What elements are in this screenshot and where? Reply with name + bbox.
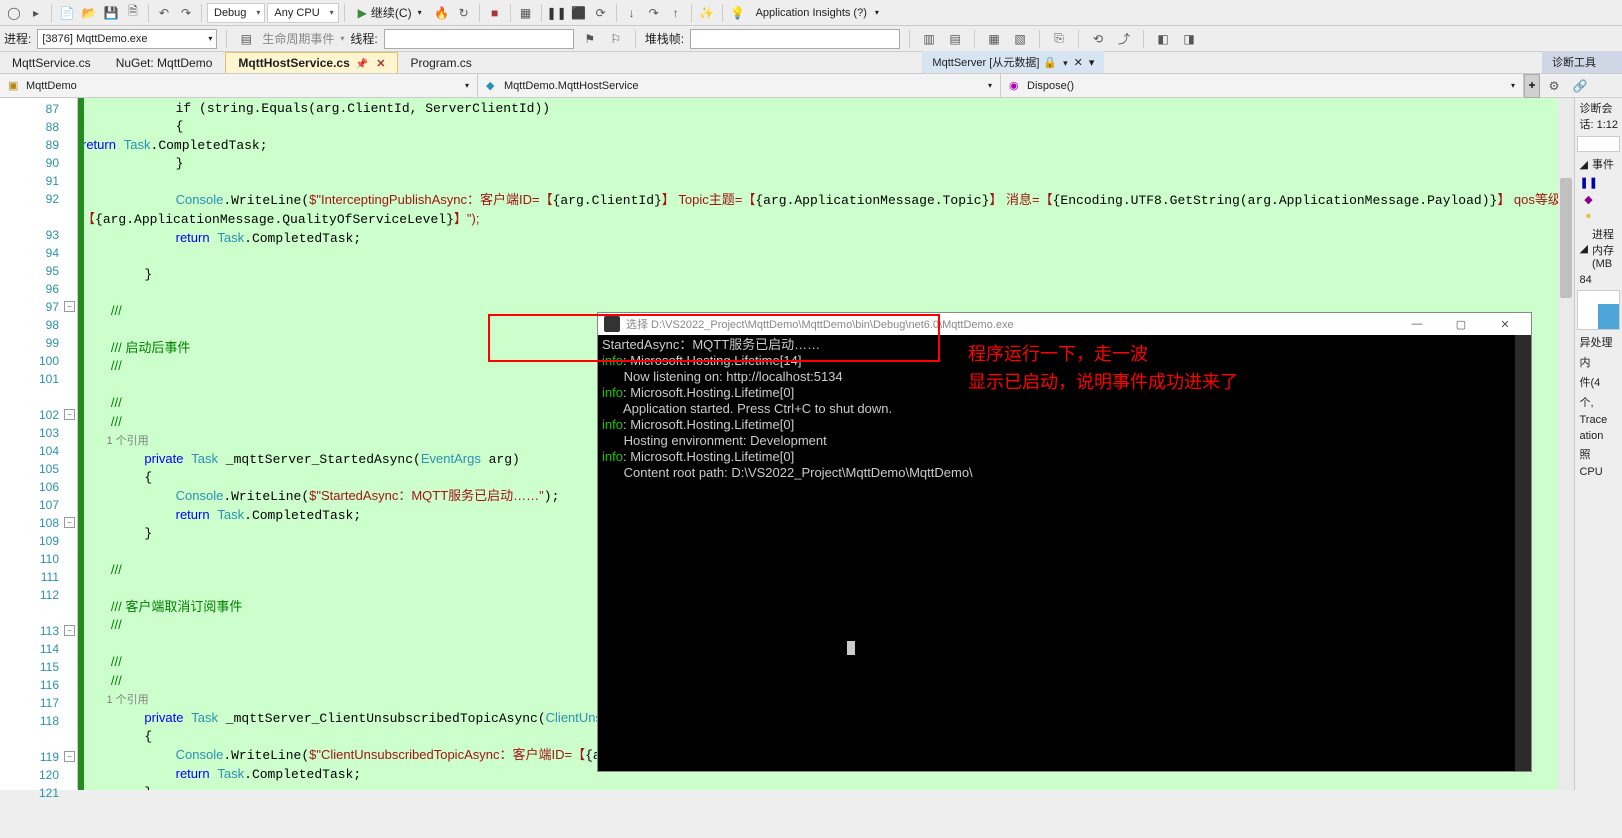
diagnostics-panel: 诊断会话: 1:12 ◢事件 ❚❚ ◆ ● ◢进程内存 (MB 84 异处理内件…: [1574, 98, 1622, 790]
undo-icon[interactable]: ↶: [154, 3, 174, 23]
new-icon[interactable]: 📄: [57, 3, 77, 23]
tab-diagnostics[interactable]: 诊断工具: [1542, 51, 1622, 73]
method-icon: ◉: [1009, 79, 1023, 93]
pin-icon[interactable]: 📌: [356, 59, 368, 70]
tab-mqttserver-meta[interactable]: MqttServer [从元数据]🔒▾✕▾: [922, 51, 1104, 73]
scrollbar-thumb[interactable]: [1560, 178, 1572, 298]
wand-icon[interactable]: ✨: [697, 3, 717, 23]
tool-i-icon[interactable]: ◨: [1179, 29, 1199, 49]
save-all-icon[interactable]: 🗎: [123, 3, 143, 23]
stop2-icon[interactable]: ⬛: [569, 3, 589, 23]
console-cursor: [847, 641, 855, 655]
flag1-icon[interactable]: ⚑: [580, 29, 600, 49]
step-out-icon[interactable]: ↑: [666, 3, 686, 23]
bulb-icon[interactable]: 💡: [728, 3, 748, 23]
restart2-icon[interactable]: ⟳: [591, 3, 611, 23]
diamond-icon: ◆: [1579, 193, 1597, 206]
file-tab-bar: MqttService.cs NuGet: MqttDemo MqttHostS…: [0, 52, 1622, 74]
restart-icon[interactable]: ↻: [454, 3, 474, 23]
step-into-icon[interactable]: ↓: [622, 3, 642, 23]
open-icon[interactable]: 📂: [79, 3, 99, 23]
class-icon: ◆: [486, 79, 500, 93]
minimize-button[interactable]: —: [1397, 314, 1437, 334]
pause-icon[interactable]: ❚❚: [547, 3, 567, 23]
console-scrollbar[interactable]: [1515, 335, 1531, 771]
stackframe-dropdown[interactable]: [690, 29, 900, 49]
config-dropdown[interactable]: Debug: [207, 3, 265, 23]
nav-member[interactable]: ◉Dispose()▾: [1001, 74, 1524, 97]
annotation-text-2: 显示已启动，说明事件成功进来了: [968, 368, 1238, 394]
debug-toolbar: 进程: [3876] MqttDemo.exe▾ ▤ 生命周期事件 ▾ 线程: …: [0, 26, 1622, 52]
stop-icon[interactable]: ■: [485, 3, 505, 23]
redo-icon[interactable]: ↷: [176, 3, 196, 23]
scrollbar-vertical[interactable]: [1558, 98, 1574, 790]
tool-c-icon[interactable]: ▦: [984, 29, 1004, 49]
diag-link-icon[interactable]: 🔗: [1570, 76, 1590, 96]
process-label: 进程:: [4, 30, 31, 47]
stackframe-label: 堆栈帧:: [645, 30, 684, 47]
tab-nuget[interactable]: NuGet: MqttDemo: [104, 53, 226, 73]
tab-mqttservice[interactable]: MqttService.cs: [0, 53, 104, 73]
nav-fwd-icon[interactable]: ▸: [26, 3, 46, 23]
lifecycle-icon[interactable]: ▤: [236, 29, 256, 49]
annotation-box: [488, 314, 940, 362]
diag-memory-row[interactable]: ◢进程内存 (MB: [1575, 224, 1622, 272]
close-button[interactable]: ✕: [1485, 314, 1525, 334]
diag-memory-chart[interactable]: [1577, 290, 1620, 330]
save-icon[interactable]: 💾: [101, 3, 121, 23]
lock-icon: 🔒: [1043, 57, 1057, 69]
nav-class[interactable]: ◆MqttDemo.MqttHostService▾: [478, 74, 1001, 97]
tool-b-icon[interactable]: ▤: [945, 29, 965, 49]
tool-a-icon[interactable]: ▥: [919, 29, 939, 49]
tool-f-icon[interactable]: ⟲: [1088, 29, 1108, 49]
main-toolbar: ◯ ▸ 📄 📂 💾 🗎 ↶ ↷ Debug Any CPU ▶继续(C)▾ 🔥 …: [0, 0, 1622, 26]
layout-icon[interactable]: ▦: [516, 3, 536, 23]
hot-reload-icon[interactable]: 🔥: [432, 3, 452, 23]
pause-diag-icon[interactable]: ❚❚: [1579, 176, 1597, 189]
app-insights-button[interactable]: Application Insights (?): [750, 7, 873, 19]
tool-g-icon[interactable]: ⤴: [1114, 29, 1134, 49]
flag2-icon[interactable]: ⚐: [606, 29, 626, 49]
line-gutter: 8788899091929394959697−9899100101102−103…: [0, 98, 78, 790]
diag-toolbar: ⚙ 🔗: [1540, 76, 1622, 96]
continue-label: 继续(C): [371, 4, 412, 21]
diag-events-row[interactable]: ◢事件: [1575, 154, 1622, 174]
diag-gear-icon[interactable]: ⚙: [1544, 76, 1564, 96]
nav-namespace[interactable]: ▣MqttDemo▾: [0, 74, 478, 97]
nav-breadcrumb: ▣MqttDemo▾ ◆MqttDemo.MqttHostService▾ ◉D…: [0, 74, 1622, 98]
split-handle[interactable]: ✚: [1524, 74, 1540, 98]
process-dropdown[interactable]: [3876] MqttDemo.exe▾: [37, 29, 217, 49]
lifecycle-label: 生命周期事件: [262, 30, 334, 47]
step-over-icon[interactable]: ↷: [644, 3, 664, 23]
thread-label: 线程:: [350, 30, 377, 47]
platform-dropdown[interactable]: Any CPU: [267, 3, 338, 23]
tab-program[interactable]: Program.cs: [398, 53, 484, 73]
diag-session-label: 诊断会话: 1:12: [1575, 98, 1622, 134]
thread-dropdown[interactable]: [384, 29, 574, 49]
diag-timeline[interactable]: [1577, 136, 1620, 152]
nav-back-icon[interactable]: ◯: [4, 3, 24, 23]
continue-button[interactable]: ▶继续(C)▾: [350, 2, 430, 24]
diag-memory-value: 84: [1579, 274, 1591, 286]
tool-e-icon[interactable]: ⎘: [1049, 29, 1069, 49]
close-icon[interactable]: ✕: [376, 58, 385, 70]
play-icon: ▶: [358, 6, 367, 20]
marker-icon: ●: [1579, 210, 1597, 222]
annotation-text-1: 程序运行一下，走一波: [968, 340, 1148, 366]
project-icon: ▣: [8, 79, 22, 93]
maximize-button[interactable]: ▢: [1441, 314, 1481, 334]
tool-h-icon[interactable]: ◧: [1153, 29, 1173, 49]
tool-d-icon[interactable]: ▧: [1010, 29, 1030, 49]
tab-mqtthostservice[interactable]: MqttHostService.cs📌✕: [225, 52, 398, 73]
